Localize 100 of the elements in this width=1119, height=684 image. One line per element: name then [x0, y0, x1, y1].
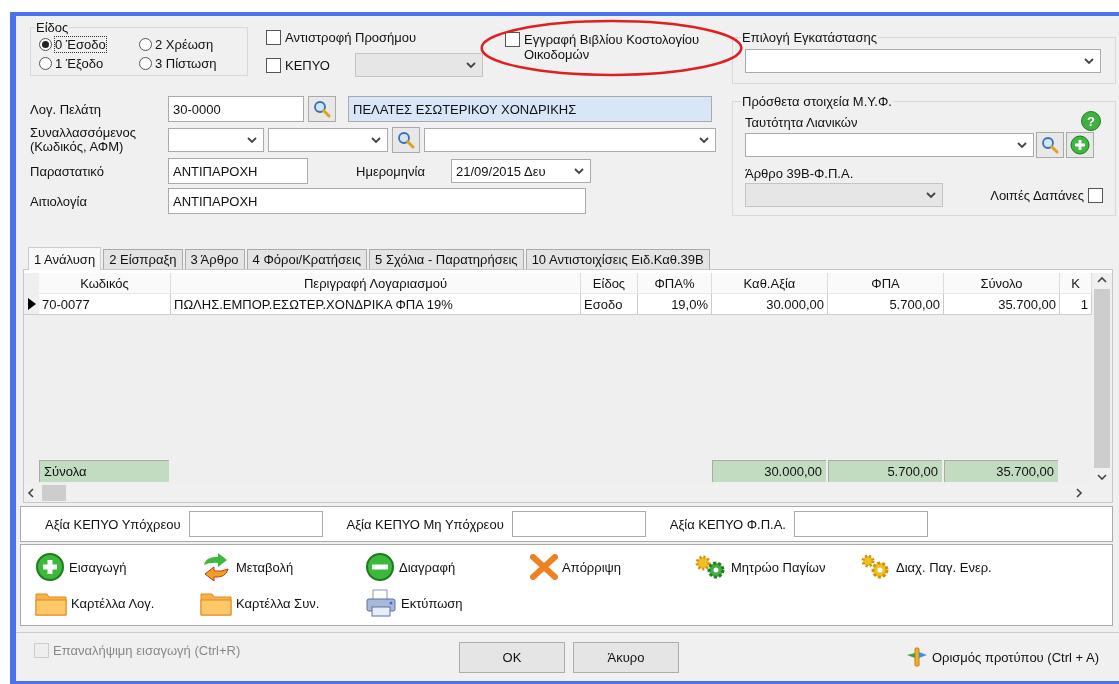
field-label: Ταυτότητα Λιανικών — [745, 115, 858, 130]
chevron-icon — [371, 136, 381, 144]
radio-button[interactable]: 2 Χρέωση — [139, 37, 239, 52]
field-label: Παραστατικό — [30, 163, 105, 179]
chevron-icon — [1084, 57, 1094, 65]
total-cell: 35.700,00 — [944, 460, 1058, 482]
amount-field[interactable] — [188, 511, 323, 537]
checkbox-label: Αντιστροφή Προσήμου — [285, 30, 417, 45]
plus-circle-icon — [35, 552, 65, 582]
table-cell: 1 — [1060, 294, 1092, 315]
chevron-icon — [1017, 141, 1027, 149]
checkbox[interactable] — [266, 30, 281, 45]
field-label: Αξία ΚΕΠΥΟ Φ.Π.Α. — [669, 516, 786, 532]
dropdown[interactable] — [745, 49, 1101, 73]
dropdown[interactable]: 21/09/2015 Δευ — [451, 159, 591, 183]
tab[interactable]: 4 Φόροι/Κρατήσεις — [246, 249, 368, 269]
field-label: Αξία ΚΕΠΥΟ Μη Υπόχρεου — [346, 516, 504, 532]
field-label: Συναλλασσόμενος (Κωδικός, ΑΦΜ) — [30, 126, 138, 154]
toolbar-button[interactable]: Διαγραφή — [365, 552, 456, 582]
dropdown[interactable] — [268, 128, 388, 152]
search-button[interactable] — [392, 127, 420, 153]
add-button[interactable] — [1066, 132, 1094, 158]
chevron-icon — [574, 167, 584, 175]
field-label: Ημερομηνία — [356, 163, 426, 179]
chevron-icon — [466, 61, 476, 69]
toolbar-button[interactable]: Μεταβολή — [200, 553, 294, 581]
column-header[interactable]: Καθ.Αξία — [712, 273, 828, 294]
toolbar-button[interactable]: Μητρώο Παγίων — [695, 555, 826, 579]
table-cell: 35.700,00 — [944, 294, 1060, 315]
group-label: Είδος — [35, 20, 70, 35]
column-header[interactable]: ΦΠΑ — [828, 273, 944, 294]
search-button[interactable] — [308, 96, 336, 122]
checkbox-label: Επαναλήψιμη εισαγωγή (Ctrl+R) — [53, 643, 241, 658]
amount-field[interactable] — [793, 511, 928, 537]
column-header[interactable]: Κ — [1060, 273, 1092, 294]
dropdown[interactable] — [745, 133, 1034, 157]
checkbox[interactable] — [1088, 187, 1103, 203]
printer-icon — [365, 589, 397, 617]
chevron-icon — [247, 136, 257, 144]
total-cell: 5.700,00 — [828, 460, 942, 482]
dropdown[interactable] — [168, 128, 264, 152]
radio-button[interactable]: 1 Έξοδο — [39, 56, 139, 71]
tab[interactable]: 10 Αντιστοιχίσεις Ειδ.Καθ.39Β — [525, 249, 710, 269]
table-cell: 70-0077 — [39, 294, 171, 315]
account-field[interactable]: 30-0000 — [168, 96, 304, 122]
scrollbar-thumb[interactable] — [1094, 289, 1110, 468]
account-name-field[interactable]: ΠΕΛΑΤΕΣ ΕΣΩΤΕΡΙΚΟΥ ΧΟΝΔΡΙΚΗΣ — [348, 96, 712, 122]
checkbox-label: Εγγραφή Βιβλίου Κοστολογίου Οικοδομών — [524, 32, 701, 62]
group-label: Πρόσθετα στοιχεία Μ.Υ.Φ. — [741, 94, 893, 109]
amount-field[interactable] — [511, 511, 646, 537]
table-cell: 30.000,00 — [712, 294, 828, 315]
minus-circle-icon — [365, 552, 395, 582]
checkbox[interactable] — [505, 32, 520, 47]
search-icon — [313, 100, 331, 118]
field-label: Αιτιολογία — [30, 193, 88, 209]
table-cell: Εσοδο — [581, 294, 638, 315]
checkbox[interactable] — [266, 57, 281, 73]
checkbox-label: Λοιπές Δαπάνες — [990, 187, 1084, 203]
checkbox-label: ΚΕΠΥΟ — [285, 57, 331, 73]
tab[interactable]: 2 Είσπραξη — [103, 249, 183, 269]
dialog-button[interactable]: Άκυρο — [573, 641, 679, 673]
radio-button[interactable]: 3 Πίστωση — [139, 56, 239, 71]
dialog-button[interactable]: OK — [459, 641, 565, 673]
field-label: Άρθρο 39Β-Φ.Π.Α. — [745, 166, 854, 181]
totals-label: Σύνολα — [39, 460, 169, 482]
tab[interactable]: 5 Σχόλια - Παρατηρήσεις — [369, 249, 524, 269]
table-cell: 5.700,00 — [828, 294, 944, 315]
toolbar-button[interactable]: Εισαγωγή — [35, 552, 127, 582]
table-cell: ΠΩΛΗΣ.ΕΜΠΟΡ.ΕΣΩΤΕΡ.ΧΟΝΔΡΙΚΑ ΦΠΑ 19% — [171, 294, 581, 315]
reason-field[interactable]: ΑΝΤΙΠΑΡΟΧΗ — [168, 188, 586, 214]
dropdown[interactable] — [424, 128, 716, 152]
document-field[interactable]: ΑΝΤΙΠΑΡΟΧΗ — [168, 158, 308, 184]
gears-icon — [695, 555, 727, 579]
column-header[interactable]: ΦΠΑ% — [638, 273, 712, 294]
chevron-icon — [926, 191, 936, 199]
scrollbar-thumb[interactable] — [42, 485, 66, 501]
x-mark-icon — [530, 554, 558, 580]
field-label: Αξία ΚΕΠΥΟ Υπόχρεου — [45, 516, 181, 532]
toolbar-button[interactable]: Καρτέλλα Συν. — [200, 590, 320, 616]
toolbar-button[interactable]: Εκτύπωση — [365, 589, 463, 617]
field-label: Λογ. Πελάτη — [30, 101, 102, 117]
column-header[interactable]: Περιγραφή Λογαριασμού — [171, 273, 581, 294]
tab[interactable]: 1 Ανάλυση — [28, 247, 102, 270]
table-cell: 19,0% — [638, 294, 712, 315]
toolbar-button[interactable]: Καρτέλλα Λογ. — [35, 590, 155, 616]
total-cell: 30.000,00 — [712, 460, 826, 482]
search-button[interactable] — [1036, 132, 1064, 158]
plus-circle-icon — [1070, 135, 1090, 155]
template-link[interactable]: Ορισμός προτύπου (Ctrl + A) — [905, 646, 1099, 668]
column-header[interactable]: Είδος — [581, 273, 638, 294]
tab[interactable]: 3 Άρθρο — [184, 249, 245, 269]
column-header[interactable]: Σύνολο — [944, 273, 1060, 294]
toolbar-button[interactable]: Διαχ. Παγ. Ενερ. — [860, 554, 992, 580]
toolbar-button[interactable]: Απόρριψη — [530, 554, 622, 580]
radio-button[interactable]: 0 Έσοδο — [39, 37, 139, 52]
folder-icon — [35, 590, 67, 616]
column-header[interactable]: Κωδικός — [39, 273, 171, 294]
search-icon — [1041, 136, 1059, 154]
group-label: Επιλογή Εγκατάστασης — [741, 30, 878, 45]
search-icon — [397, 131, 415, 149]
